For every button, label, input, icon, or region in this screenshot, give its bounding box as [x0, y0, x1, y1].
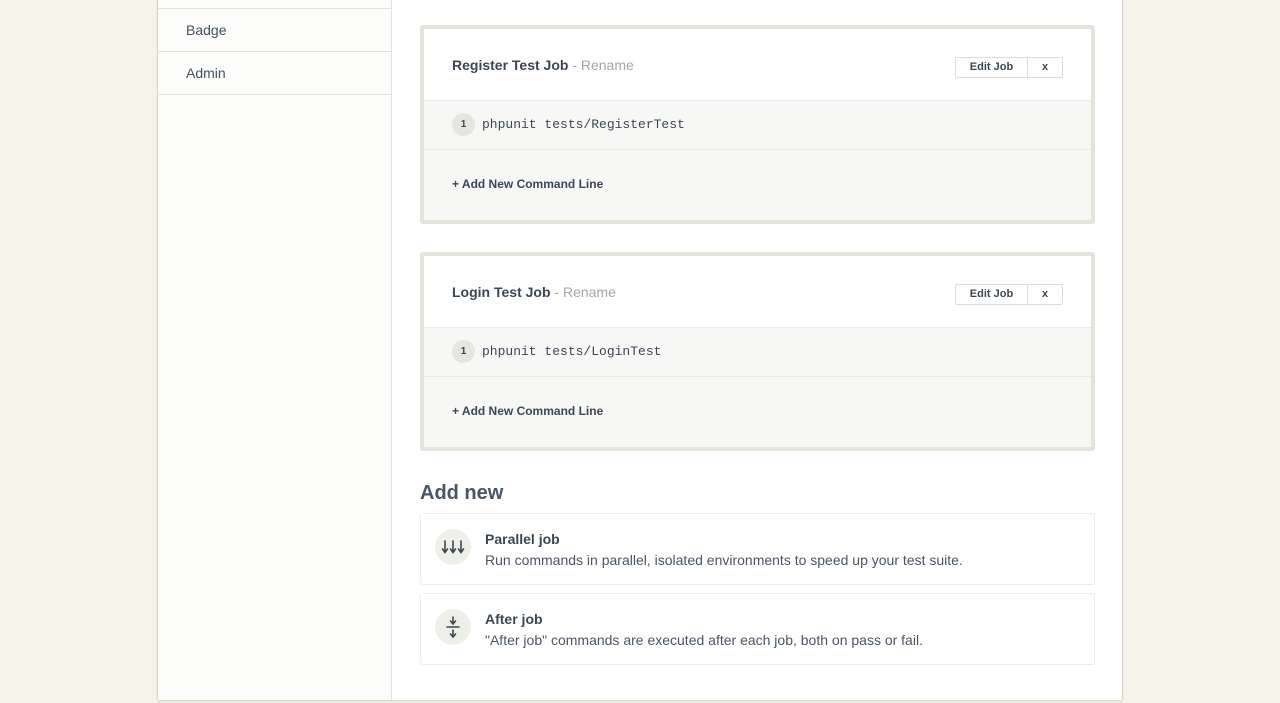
sidebar-item-admin[interactable]: Admin — [158, 52, 391, 95]
job-name: Register Test Job — [452, 57, 569, 73]
command-text[interactable]: phpunit tests/RegisterTest — [482, 117, 685, 132]
add-new-heading: Add new — [420, 482, 504, 504]
add-command-area: + Add New Command Line — [424, 377, 1091, 447]
sidebar-top-divider — [158, 0, 391, 9]
add-command-line-link[interactable]: + Add New Command Line — [452, 177, 603, 191]
command-number: 1 — [452, 340, 475, 363]
delete-job-button[interactable]: x — [1028, 58, 1062, 77]
job-card: Login Test Job - Rename Edit Job x 1 php… — [420, 252, 1095, 451]
option-description: "After job" commands are executed after … — [485, 632, 923, 648]
edit-job-button[interactable]: Edit Job — [956, 58, 1028, 77]
sidebar: Badge Admin — [158, 0, 392, 700]
option-title: Parallel job — [485, 531, 560, 547]
command-number: 1 — [452, 113, 475, 136]
command-text[interactable]: phpunit tests/LoginTest — [482, 344, 661, 359]
after-job-option[interactable]: After job "After job" commands are execu… — [420, 593, 1095, 665]
add-command-line-link[interactable]: + Add New Command Line — [452, 404, 603, 418]
job-actions: Edit Job x — [955, 284, 1063, 305]
job-card: Register Test Job - Rename Edit Job x 1 … — [420, 25, 1095, 224]
sidebar-item-badge[interactable]: Badge — [158, 9, 391, 52]
command-line[interactable]: 1 phpunit tests/LoginTest — [424, 328, 1091, 377]
app-panel: Badge Admin Register Test Job - Rename E… — [157, 0, 1123, 701]
add-command-area: + Add New Command Line — [424, 150, 1091, 220]
after-job-icon — [435, 609, 471, 645]
parallel-arrows-icon — [435, 529, 471, 565]
job-name: Login Test Job — [452, 284, 551, 300]
job-actions: Edit Job x — [955, 57, 1063, 78]
command-line[interactable]: 1 phpunit tests/RegisterTest — [424, 101, 1091, 150]
job-title: Register Test Job - Rename — [452, 57, 634, 73]
job-header: Register Test Job - Rename Edit Job x — [424, 29, 1091, 101]
delete-job-button[interactable]: x — [1028, 285, 1062, 304]
option-title: After job — [485, 611, 543, 627]
job-title: Login Test Job - Rename — [452, 284, 616, 300]
parallel-job-option[interactable]: Parallel job Run commands in parallel, i… — [420, 513, 1095, 585]
rename-link[interactable]: - Rename — [568, 57, 633, 73]
job-header: Login Test Job - Rename Edit Job x — [424, 256, 1091, 328]
rename-link[interactable]: - Rename — [551, 284, 615, 300]
edit-job-button[interactable]: Edit Job — [956, 285, 1028, 304]
option-description: Run commands in parallel, isolated envir… — [485, 552, 963, 568]
